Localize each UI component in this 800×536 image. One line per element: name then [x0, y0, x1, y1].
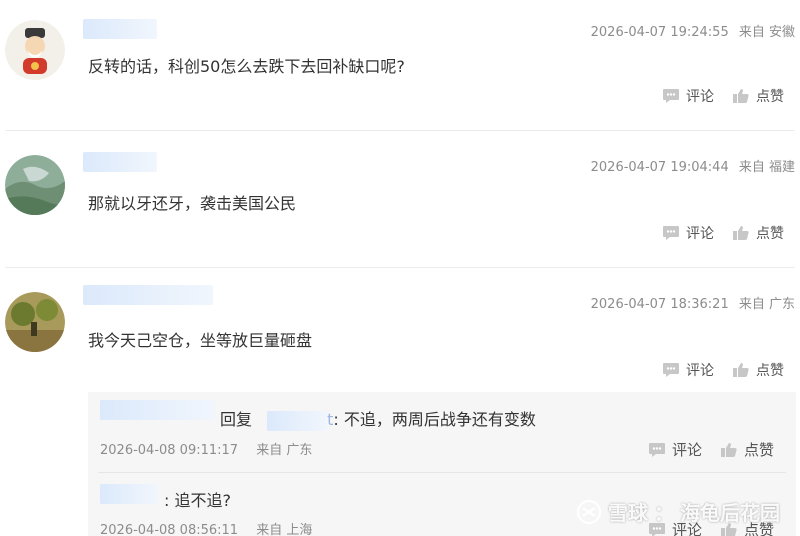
thumbs-up-icon: [720, 442, 737, 457]
comment-bubble-icon: [663, 89, 679, 103]
forest-avatar-icon: [5, 292, 65, 352]
like-button[interactable]: 点赞: [732, 86, 784, 106]
reply-text-line: 回复 t: 不追，两周后战争还有变数: [220, 406, 536, 431]
like-button[interactable]: 点赞: [732, 223, 784, 243]
reply-source: 来自 广东: [256, 443, 313, 458]
comment-2: 2026-04-07 19:04:44 来自 福建 那就以牙还牙，袭击美国公民 …: [0, 130, 800, 267]
username-blurred[interactable]: [83, 285, 213, 305]
reply-target-blurred[interactable]: [267, 410, 328, 431]
watermark-brand: 雪球: [608, 501, 648, 525]
user-avatar[interactable]: [5, 292, 65, 352]
fortune-god-avatar-icon: [5, 20, 65, 80]
comment-bubble-icon: [663, 226, 679, 240]
comment-datetime: 2026-04-07 18:36:21: [590, 297, 729, 312]
comment-actions: 评论 点赞: [662, 86, 784, 106]
comment-3: 2026-04-07 18:36:21 来自 广东 我今天己空仓，坐等放巨量砸盘…: [0, 267, 800, 392]
comment-text: 那就以牙还牙，袭击美国公民: [88, 194, 297, 213]
comment-button[interactable]: 评论: [648, 439, 702, 460]
comment-source: 来自 安徽: [738, 25, 795, 40]
username-blurred[interactable]: [100, 484, 158, 504]
comment-datetime: 2026-04-07 19:04:44: [590, 160, 729, 175]
comment-text: 反转的话，科创50怎么去跌下去回补缺口呢?: [88, 57, 405, 76]
comment-source: 来自 福建: [738, 160, 795, 175]
thumbs-up-icon: [733, 226, 749, 240]
user-avatar[interactable]: [5, 20, 65, 80]
thumbs-up-icon: [733, 363, 749, 377]
like-label: 点赞: [756, 363, 784, 379]
comment-source: 来自 广东: [738, 297, 795, 312]
username-blurred[interactable]: [100, 400, 215, 420]
like-label: 点赞: [756, 89, 784, 105]
reply-item: 回复 t: 不追，两周后战争还有变数 2026-04-08 09:11:17 来…: [88, 392, 796, 472]
comment-button[interactable]: 评论: [662, 360, 714, 380]
reply-meta: 2026-04-08 09:11:17 来自 广东: [100, 439, 312, 458]
reply-datetime: 2026-04-08 08:56:11: [100, 523, 239, 536]
comment-bubble-icon: [648, 442, 665, 457]
comment-meta: 2026-04-07 19:04:44 来自 福建: [591, 156, 795, 175]
comment-actions: 评论 点赞: [662, 360, 784, 380]
reply-word: 回复: [220, 410, 253, 429]
like-label: 点赞: [743, 441, 774, 459]
reply-meta: 2026-04-08 08:56:11 来自 上海: [100, 519, 312, 536]
like-button[interactable]: 点赞: [720, 439, 774, 460]
watermark-account: 海龟后花园: [680, 501, 780, 525]
username-blurred[interactable]: [83, 19, 157, 39]
reply-actions: 评论 点赞: [648, 439, 774, 460]
snowball-logo-icon: [576, 499, 602, 524]
comment-actions: 评论 点赞: [662, 223, 784, 243]
reply-datetime: 2026-04-08 09:11:17: [100, 443, 239, 458]
comment-1: 2026-04-07 19:24:55 来自 安徽 反转的话，科创50怎么去跌下…: [0, 0, 800, 130]
reply-text: : 追不追?: [164, 491, 231, 510]
reply-source: 来自 上海: [256, 523, 313, 536]
username-blurred[interactable]: [83, 152, 157, 172]
landscape-avatar-icon: [5, 155, 65, 215]
comment-button[interactable]: 评论: [662, 86, 714, 106]
comment-label: 评论: [671, 441, 702, 459]
watermark: 雪球：海龟后花园: [576, 497, 780, 526]
reply-text: : 不追，两周后战争还有变数: [333, 410, 536, 429]
comment-meta: 2026-04-07 18:36:21 来自 广东: [591, 293, 795, 312]
comment-text: 我今天己空仓，坐等放巨量砸盘: [88, 331, 313, 350]
comment-label: 评论: [686, 226, 714, 242]
comment-meta: 2026-04-07 19:24:55 来自 安徽: [591, 21, 795, 40]
watermark-separator: ：: [654, 501, 674, 525]
comment-label: 评论: [686, 89, 714, 105]
comment-button[interactable]: 评论: [662, 223, 714, 243]
comment-bubble-icon: [663, 363, 679, 377]
like-button[interactable]: 点赞: [732, 360, 784, 380]
user-avatar[interactable]: [5, 155, 65, 215]
like-label: 点赞: [756, 226, 784, 242]
comment-label: 评论: [686, 363, 714, 379]
thumbs-up-icon: [733, 89, 749, 103]
comment-datetime: 2026-04-07 19:24:55: [590, 25, 729, 40]
